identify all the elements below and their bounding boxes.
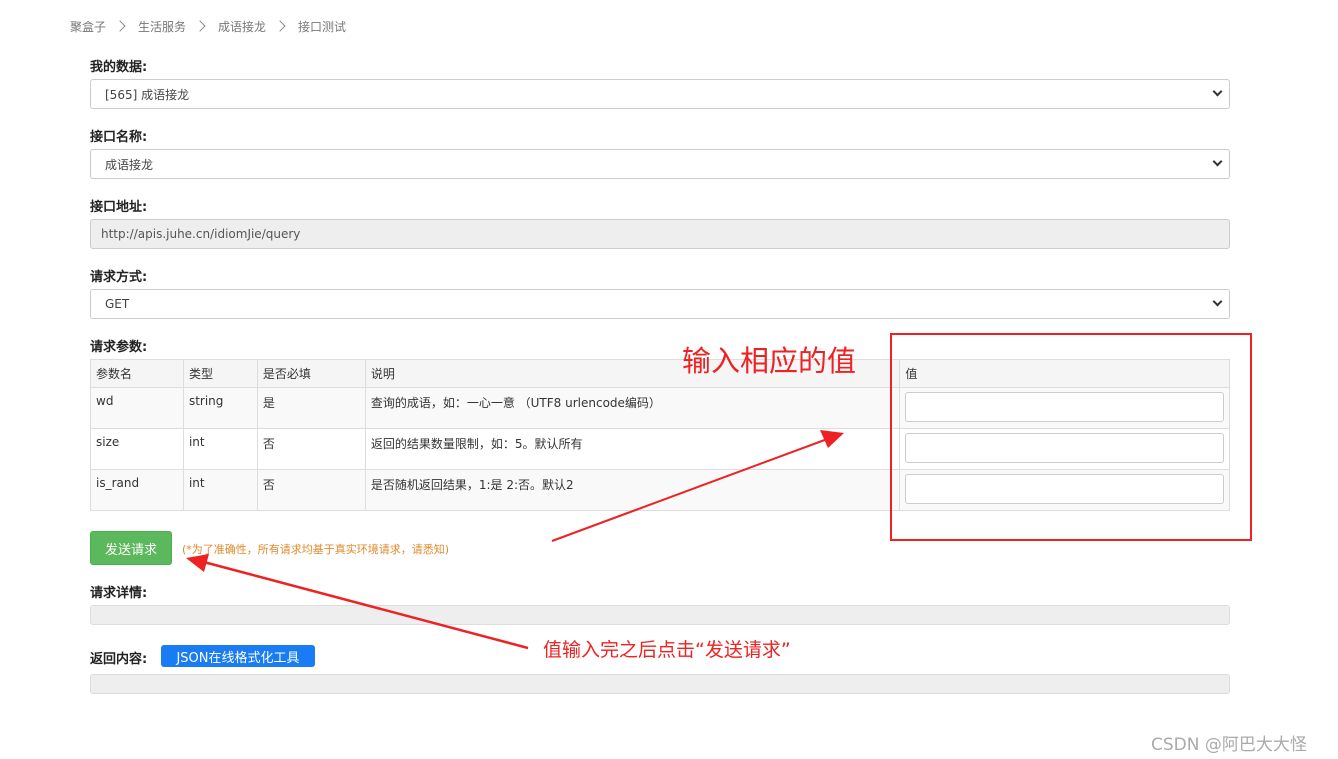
params-label: 请求参数: (90, 340, 148, 355)
param-name: size (90, 428, 184, 470)
param-description: 返回的结果数量限制，如：5。默认所有 (364, 428, 901, 470)
breadcrumb-item-home[interactable]: 聚盒子 (70, 18, 106, 35)
json-formatter-button[interactable]: JSON在线格式化工具 (161, 645, 315, 667)
send-request-button[interactable]: 发送请求 (90, 531, 172, 565)
header-type: 类型 (182, 359, 258, 388)
param-description: 查询的成语，如：一心一意 （UTF8 urlencode编码） (364, 387, 901, 429)
param-name: wd (90, 387, 184, 429)
breadcrumb-item-current: 接口测试 (298, 19, 347, 34)
my-data-label: 我的数据: (90, 60, 148, 75)
breadcrumb-item-category[interactable]: 生活服务 (138, 18, 186, 35)
chevron-down-icon (1212, 156, 1223, 167)
chevron-right-icon (194, 20, 206, 32)
annotation-send-hint: 值输入完之后点击“发送请求” (543, 639, 791, 661)
chevron-right-icon (114, 20, 126, 32)
api-url-label: 接口地址: (90, 200, 148, 215)
method-label: 请求方式: (90, 270, 148, 285)
my-data-select[interactable]: [565] 成语接龙 (90, 79, 1230, 109)
arrow-to-send-button (186, 554, 529, 650)
param-type: int (182, 469, 258, 511)
chevron-down-icon (1212, 86, 1223, 97)
chevron-right-icon (274, 20, 286, 32)
param-required: 是 (256, 387, 366, 429)
param-required: 否 (256, 428, 366, 470)
header-param-name: 参数名 (90, 359, 184, 388)
method-select[interactable]: GET (90, 289, 1230, 319)
annotation-input-hint: 输入相应的值 (682, 344, 857, 378)
param-name: is_rand (90, 469, 184, 511)
response-label: 返回内容: (90, 652, 148, 667)
api-name-select[interactable]: 成语接龙 (90, 149, 1230, 179)
header-required: 是否必填 (256, 359, 366, 388)
breadcrumb-item-api[interactable]: 成语接龙 (218, 18, 266, 35)
breadcrumb: 聚盒子 生活服务 成语接龙 接口测试 (70, 16, 346, 36)
csdn-watermark: CSDN @阿巴大大怪 (1151, 735, 1307, 755)
chevron-down-icon (1212, 296, 1223, 307)
accuracy-note: (*为了准确性，所有请求均基于真实环境请求，请悉知) (182, 543, 450, 556)
annotation-highlight-box (890, 333, 1252, 541)
param-description: 是否随机返回结果，1:是 2:否。默认2 (364, 469, 901, 511)
api-url-field[interactable]: http://apis.juhe.cn/idiomJie/query (90, 219, 1230, 249)
api-name-selected: 成语接龙 (105, 157, 154, 172)
my-data-selected: [565] 成语接龙 (105, 87, 190, 102)
request-detail-box (90, 605, 1230, 625)
param-type: int (182, 428, 258, 470)
response-box (90, 674, 1230, 694)
request-detail-label: 请求详情: (90, 586, 148, 601)
param-required: 否 (256, 469, 366, 511)
api-name-label: 接口名称: (90, 130, 148, 145)
param-type: string (182, 387, 258, 429)
method-selected: GET (105, 297, 130, 311)
